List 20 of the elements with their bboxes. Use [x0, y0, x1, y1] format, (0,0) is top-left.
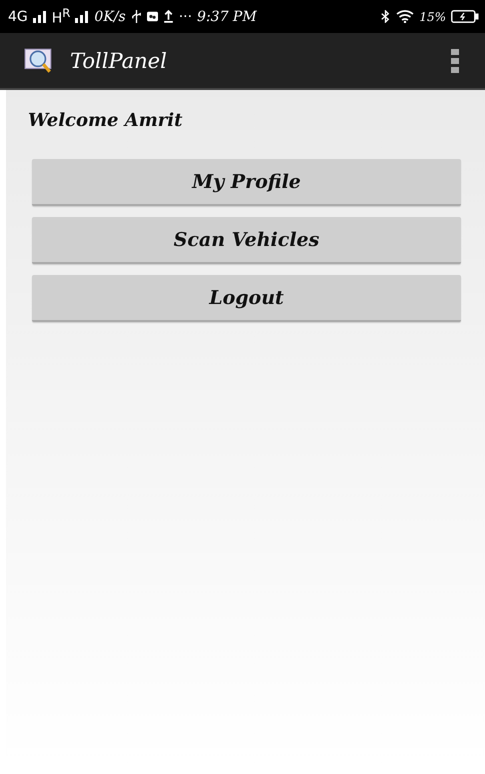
network-type: 4G [8, 8, 28, 24]
wifi-icon [396, 10, 414, 23]
menu-button[interactable]: Scan Vehicles [32, 217, 461, 264]
signal-icon [75, 10, 90, 22]
welcome-text: Welcome Amrit [28, 110, 184, 131]
usb-icon [130, 10, 142, 23]
bluetooth-icon [380, 10, 392, 23]
menu-icon[interactable] [451, 48, 459, 72]
magnifier-logo-icon [24, 46, 54, 74]
more-notifications: ··· [178, 8, 192, 24]
network-type: H$^{R}$ [52, 6, 70, 27]
clock: 9:37 PM [197, 8, 257, 24]
battery-icon [451, 10, 479, 23]
menu-button[interactable]: Logout [32, 275, 461, 322]
app-title: TollPanel [70, 48, 168, 72]
battery-percent: 15% [419, 10, 446, 24]
menu-button[interactable]: My Profile [32, 159, 461, 206]
signal-icon [32, 10, 47, 22]
upload-icon [162, 10, 174, 23]
network-speed: 0K/s [94, 8, 126, 24]
